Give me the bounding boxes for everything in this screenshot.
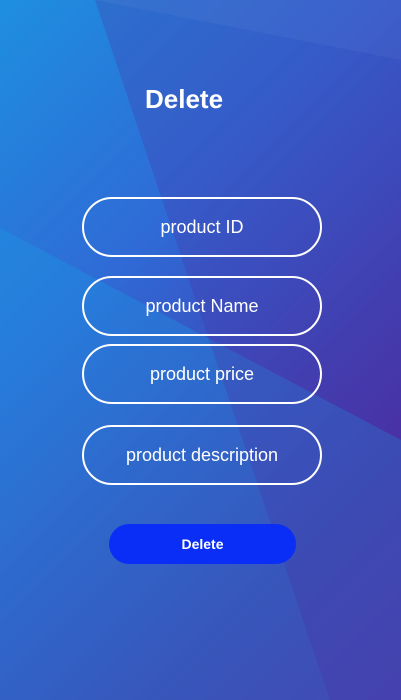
product-id-field[interactable]: product ID — [82, 197, 322, 257]
product-price-field[interactable]: product price — [82, 344, 322, 404]
page-title: Delete — [145, 84, 224, 114]
delete-screen: Delete product ID product Name product p… — [0, 0, 401, 700]
product-description-field[interactable]: product description — [82, 425, 322, 485]
delete-button[interactable]: Delete — [109, 524, 296, 564]
product-name-field[interactable]: product Name — [82, 276, 322, 336]
